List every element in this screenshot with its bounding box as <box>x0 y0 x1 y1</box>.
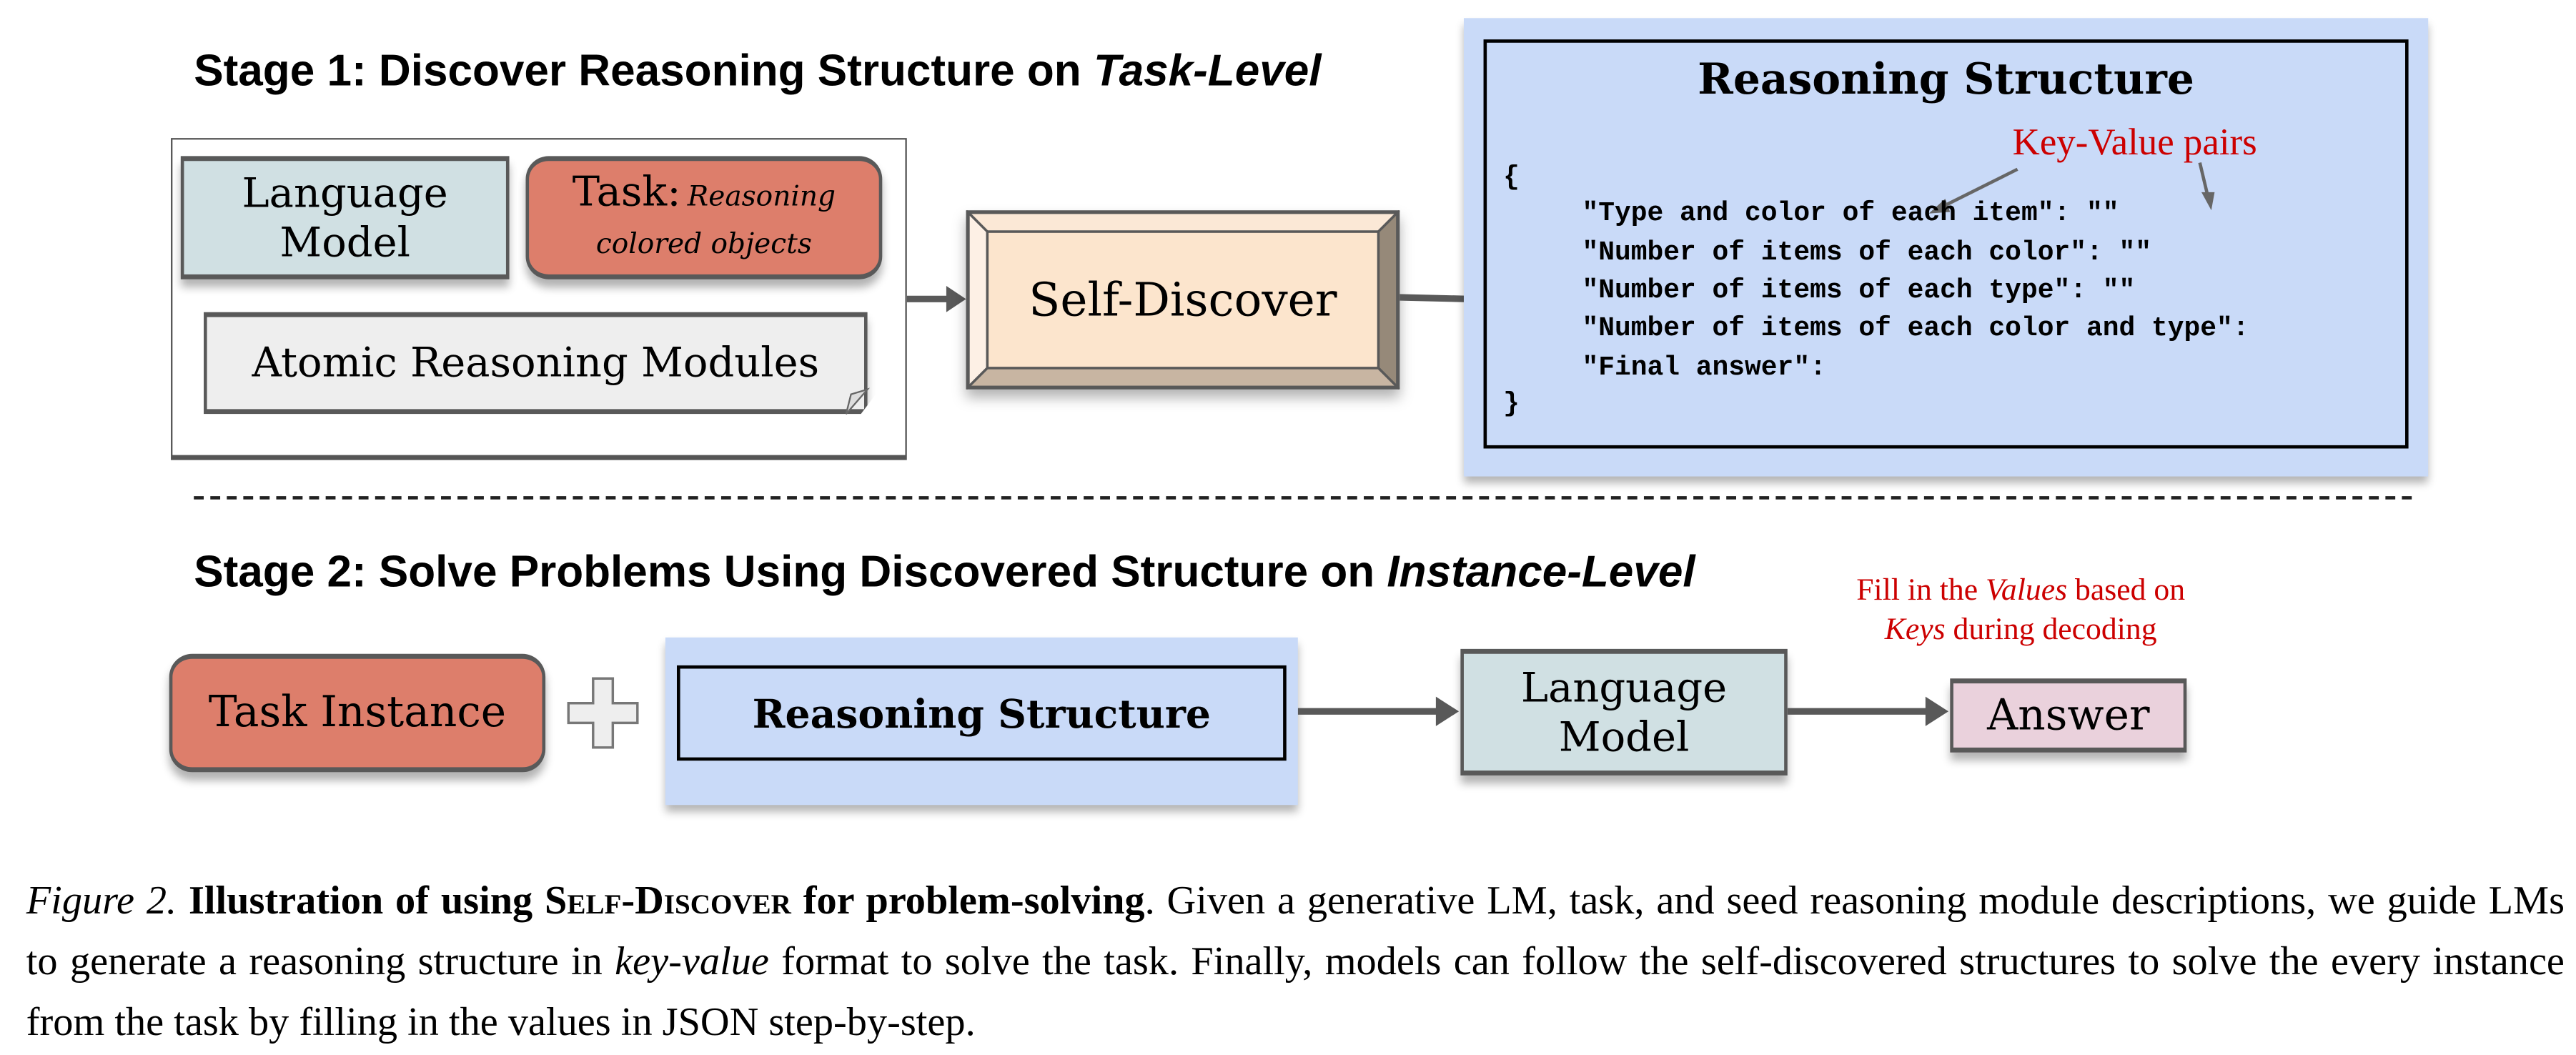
language-model-line1: Language <box>1520 663 1728 711</box>
task-label: Task: <box>572 167 681 214</box>
atomic-modules-box: Atomic Reasoning Modules <box>204 312 868 415</box>
caption-title-post: for problem-solving <box>791 878 1145 923</box>
caption-title: Illustration of using Self-Discover for … <box>189 879 1145 923</box>
annotation-text: Fill in the <box>1856 573 1986 608</box>
stage1-title-em: Task-Level <box>1093 46 1322 96</box>
task-desc-line2: colored objects <box>595 227 812 261</box>
json-line: "Number of items of each color": "" <box>1582 236 2152 268</box>
stage1-title: Stage 1: Discover Reasoning Structure on… <box>194 46 1321 96</box>
annotation-text: during decoding <box>1945 613 2157 648</box>
figure: Stage 1: Discover Reasoning Structure on… <box>0 0 2576 1055</box>
reasoning-structure-title: Reasoning Structure <box>1698 56 2194 106</box>
json-line: "Type and color of each item": "" <box>1582 197 2119 229</box>
stage2-title: Stage 2: Solve Problems Using Discovered… <box>194 547 1695 598</box>
atomic-modules-label: Atomic Reasoning Modules <box>252 338 820 387</box>
json-line: "Final answer": <box>1582 351 1826 383</box>
task-box: Task: Reasoning colored objects <box>525 156 883 279</box>
language-model-line1: Language <box>242 168 448 217</box>
json-close-brace: } <box>1503 387 1520 420</box>
language-model-line2: Model <box>1558 712 1690 761</box>
json-line: "Number of items of each type": "" <box>1582 274 2136 306</box>
task-instance-box: Task Instance <box>169 653 546 773</box>
caption-title-pre: Illustration of using <box>188 878 545 923</box>
annotation-text: based on <box>2067 573 2186 608</box>
reasoning-structure-label: Reasoning Structure <box>752 689 1211 737</box>
language-model-line2: Model <box>279 217 410 266</box>
stage2-title-em: Instance-Level <box>1387 547 1695 597</box>
reasoning-structure-box-stage2: Reasoning Structure <box>676 665 1287 761</box>
self-discover-box: Self-Discover <box>966 210 1400 390</box>
language-model-box: Language Model <box>180 156 510 279</box>
task-instance-label: Task Instance <box>208 688 507 738</box>
answer-label: Answer <box>1987 690 2150 741</box>
annotation-em: Values <box>1986 573 2068 608</box>
stage2-title-text: Stage 2: Solve Problems Using Discovered… <box>194 547 1387 597</box>
folded-corner-icon <box>845 387 871 415</box>
language-model-box-stage2: Language Model <box>1460 648 1788 776</box>
caption-emphasis: key-value <box>615 939 769 984</box>
self-discover-label: Self-Discover <box>1029 272 1337 327</box>
arrow-icon <box>1787 696 1949 726</box>
json-line: "Number of items of each color and type"… <box>1582 312 2249 344</box>
stage-divider <box>194 496 2412 500</box>
answer-box: Answer <box>1950 678 2187 753</box>
figure-caption: Figure 2. Illustration of using Self-Dis… <box>26 871 2565 1053</box>
task-desc-line1: Reasoning <box>687 179 836 213</box>
caption-label: Figure 2. <box>26 878 177 923</box>
arrow-icon <box>906 285 966 312</box>
plus-icon <box>567 677 639 749</box>
annotation-em: Keys <box>1884 613 1946 648</box>
caption-method-name: Self-Discover <box>545 878 791 923</box>
stage1-title-text: Stage 1: Discover Reasoning Structure on <box>194 46 1094 96</box>
fill-values-annotation: Fill in the Values based on Keys during … <box>1807 572 2234 650</box>
arrow-icon <box>1297 696 1460 726</box>
json-open-brace: { <box>1503 161 1520 192</box>
